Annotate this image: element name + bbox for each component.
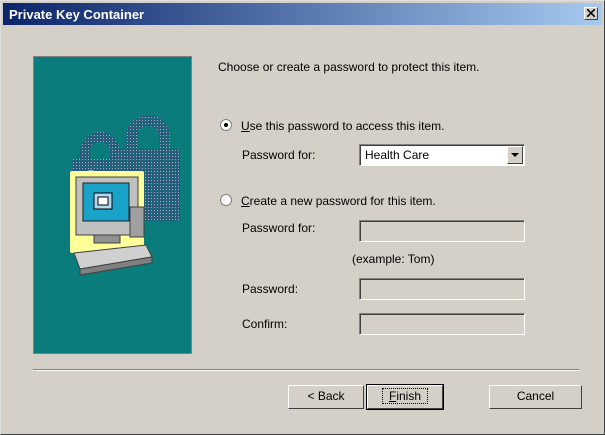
finish-button-focus: Finish bbox=[381, 388, 429, 404]
create-password-accel: C bbox=[241, 194, 250, 208]
example-hint: (example: Tom) bbox=[352, 252, 435, 266]
dropdown-arrow-icon bbox=[511, 153, 519, 157]
title-bar: Private Key Container bbox=[3, 3, 602, 25]
password-for-combo[interactable]: Health Care bbox=[359, 144, 525, 166]
separator bbox=[33, 369, 579, 371]
use-password-label[interactable]: Use this password to access this item. bbox=[241, 119, 444, 133]
dropdown-button[interactable] bbox=[507, 146, 523, 164]
intro-text: Choose or create a password to protect t… bbox=[218, 60, 480, 74]
create-password-radio[interactable] bbox=[220, 194, 232, 206]
new-password-for-field[interactable] bbox=[359, 220, 525, 242]
finish-button[interactable]: Finish bbox=[366, 384, 444, 410]
computer-icon bbox=[70, 171, 153, 276]
dialog-window: Private Key Container Choose or create a… bbox=[0, 0, 605, 435]
finish-text: inish bbox=[396, 389, 422, 403]
create-password-label[interactable]: Create a new password for this item. bbox=[241, 194, 436, 208]
use-password-accel: U bbox=[241, 119, 250, 133]
wizard-illustration bbox=[33, 56, 192, 354]
password-for-label: Password for: bbox=[242, 148, 316, 162]
use-password-radio[interactable] bbox=[220, 119, 232, 131]
back-button[interactable]: < Back bbox=[288, 385, 364, 409]
password-label: Password: bbox=[242, 282, 299, 296]
cancel-button[interactable]: Cancel bbox=[489, 385, 582, 409]
password-for-value: Health Care bbox=[365, 148, 430, 162]
confirm-field[interactable] bbox=[359, 313, 525, 335]
password-field[interactable] bbox=[359, 278, 525, 300]
create-password-text: reate a new password for this item. bbox=[249, 194, 436, 208]
close-icon bbox=[587, 9, 595, 17]
window-title: Private Key Container bbox=[9, 7, 145, 22]
new-password-for-label: Password for: bbox=[242, 221, 316, 235]
use-password-text: se this password to access this item. bbox=[249, 119, 445, 133]
confirm-label: Confirm: bbox=[242, 317, 288, 331]
close-button[interactable] bbox=[584, 7, 598, 20]
